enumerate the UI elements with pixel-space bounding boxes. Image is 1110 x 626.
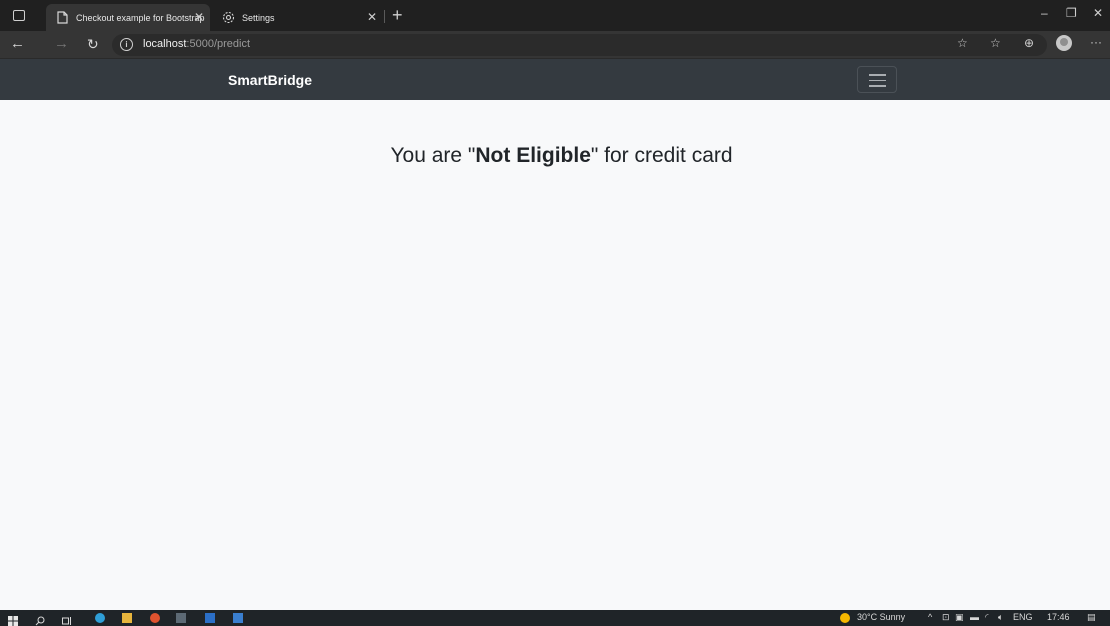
url-text[interactable]: localhost:5000/predict <box>143 38 250 50</box>
chrome-icon[interactable] <box>150 613 160 623</box>
add-favorite-icon[interactable]: ☆ <box>957 36 968 50</box>
notification-app-icon[interactable]: ▣ <box>955 612 964 623</box>
tab-checkout-example[interactable]: Checkout example for Bootstrap ✕ <box>46 4 210 31</box>
browser-tab-strip: Checkout example for Bootstrap ✕ Setting… <box>0 0 1110 31</box>
terminal-icon[interactable] <box>176 613 186 623</box>
new-tab-icon[interactable]: + <box>392 5 403 26</box>
wifi-icon[interactable]: ◜ <box>985 612 989 623</box>
windows-taskbar: 30°C Sunny ^ ⊡ ▣ ▬ ◜ 🔈︎ ENG 17:46 ▤ <box>0 610 1110 626</box>
main-content: You are "Not Eligible" for credit card <box>0 100 1110 610</box>
result-suffix: " for credit card <box>590 144 733 167</box>
more-icon[interactable]: ··· <box>1090 35 1102 49</box>
back-icon[interactable]: ← <box>10 36 25 52</box>
info-icon[interactable]: i <box>120 38 133 51</box>
tab-separator <box>384 10 385 23</box>
task-view-icon[interactable] <box>62 613 72 625</box>
clock[interactable]: 17:46 <box>1047 612 1070 622</box>
word-icon[interactable] <box>205 613 215 623</box>
volume-icon[interactable]: 🔈︎ <box>998 612 1003 623</box>
collections-icon[interactable]: ⊕ <box>1024 36 1034 50</box>
favorites-icon[interactable]: ☆ <box>990 36 1001 50</box>
edge-browser-icon[interactable] <box>95 613 105 623</box>
forward-icon[interactable]: → <box>54 36 69 52</box>
page-icon <box>54 10 70 26</box>
weather-sunny-icon <box>840 613 850 623</box>
result-prefix: You are " <box>390 144 476 167</box>
gear-icon <box>220 10 236 26</box>
navbar-toggler-button[interactable] <box>857 66 897 93</box>
window-close-icon[interactable]: ✕ <box>1093 6 1103 20</box>
restore-icon[interactable]: ❐ <box>1066 6 1077 20</box>
profile-avatar[interactable] <box>1056 35 1072 51</box>
brand-link[interactable]: SmartBridge <box>228 72 312 88</box>
network-icon[interactable]: ⊡ <box>942 612 950 623</box>
search-icon[interactable] <box>35 613 45 626</box>
weather-text[interactable]: 30°C Sunny <box>857 612 905 622</box>
eligibility-result: You are "Not Eligible" for credit card <box>0 144 1110 168</box>
close-icon[interactable]: ✕ <box>367 10 377 24</box>
hamburger-icon <box>869 74 886 76</box>
photos-icon[interactable] <box>233 613 243 623</box>
tab-actions-icon[interactable] <box>13 10 25 21</box>
tab-settings[interactable]: Settings ✕ <box>212 4 383 31</box>
file-explorer-icon[interactable] <box>122 613 132 623</box>
address-toolbar: ← → ↻ i localhost:5000/predict <box>0 31 1110 59</box>
tab-title: Settings <box>242 12 275 23</box>
language-indicator[interactable]: ENG <box>1013 612 1033 622</box>
battery-icon[interactable]: ▬ <box>970 612 979 622</box>
minimize-icon[interactable]: – <box>1041 6 1048 20</box>
close-icon[interactable]: ✕ <box>194 10 204 24</box>
site-navbar: SmartBridge <box>0 59 1110 100</box>
address-bar[interactable]: i localhost:5000/predict <box>112 34 1047 56</box>
tab-title: Checkout example for Bootstrap <box>76 12 205 23</box>
refresh-icon[interactable]: ↻ <box>87 36 99 52</box>
action-center-icon[interactable]: ▤ <box>1087 612 1096 623</box>
chevron-up-icon[interactable]: ^ <box>928 612 932 622</box>
eligibility-status: Not Eligible <box>475 144 591 167</box>
windows-start-icon[interactable] <box>8 613 18 626</box>
